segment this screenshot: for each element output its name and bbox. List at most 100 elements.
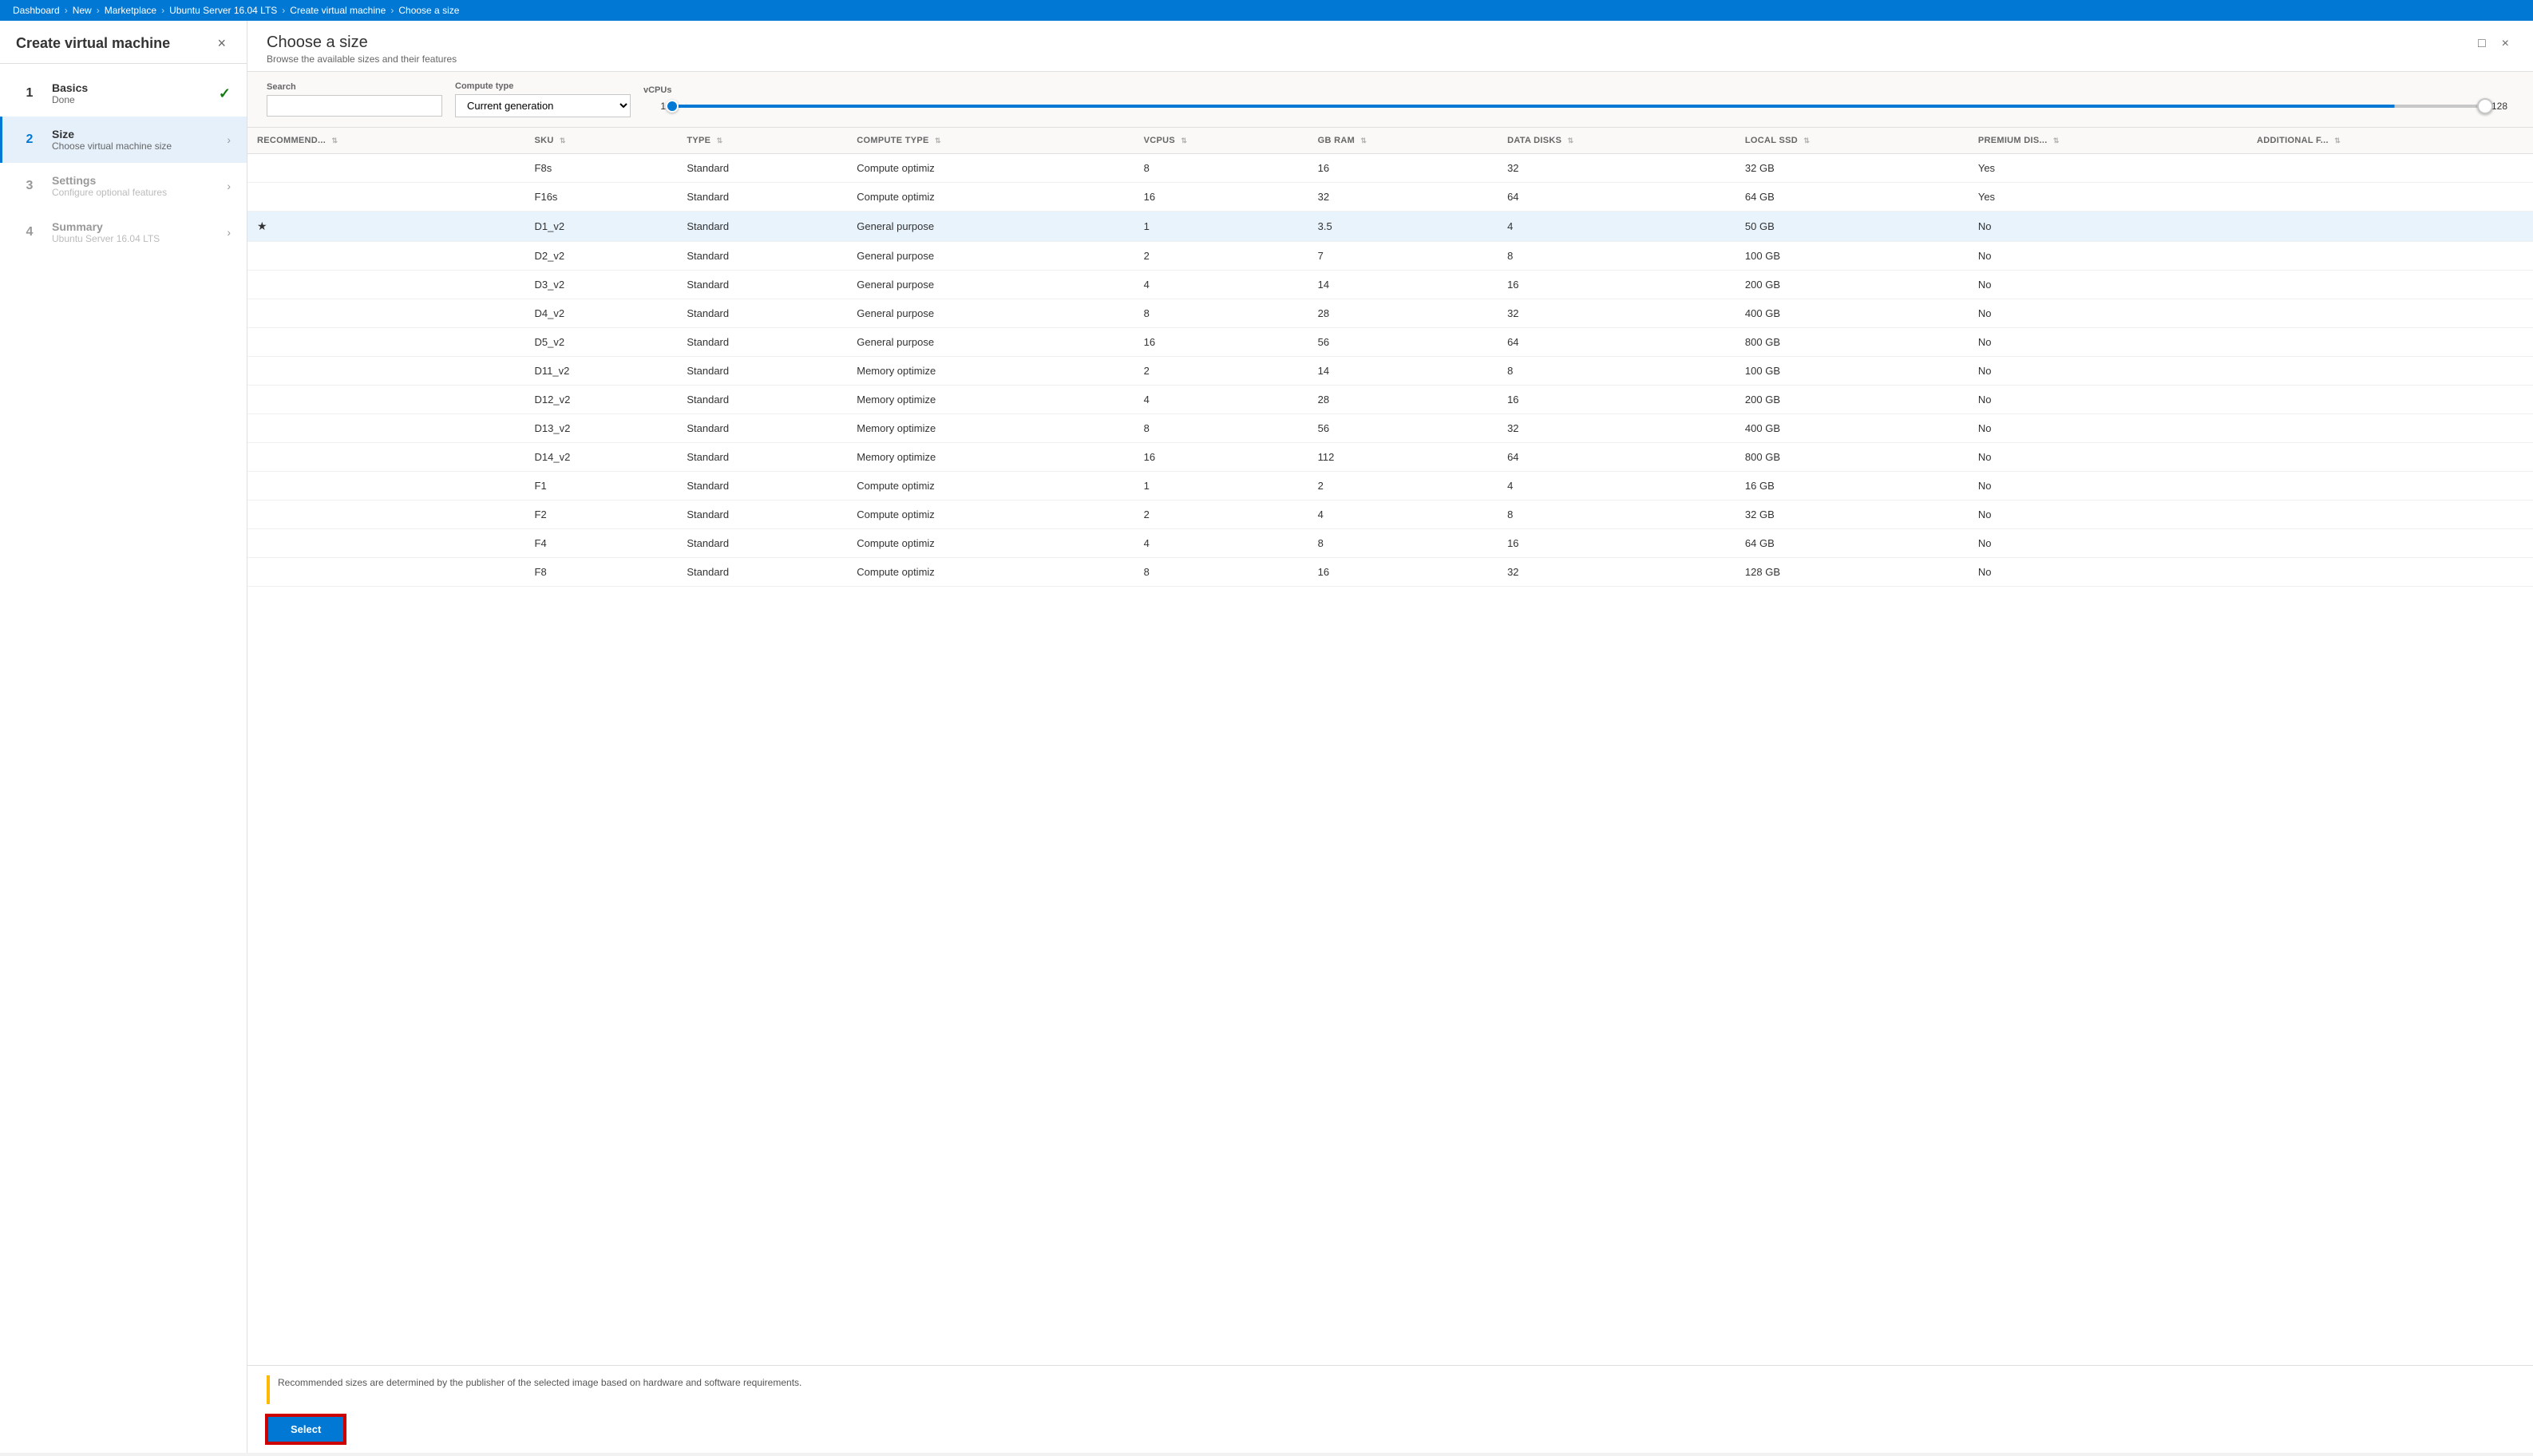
breadcrumb-marketplace[interactable]: Marketplace bbox=[105, 5, 156, 16]
step-2-info: Size Choose virtual machine size bbox=[52, 128, 216, 152]
vcpu-min-value: 1 bbox=[643, 101, 666, 112]
table-row[interactable]: D2_v2StandardGeneral purpose278100 GBNo bbox=[247, 242, 2533, 271]
cell-data_disks: 32 bbox=[1498, 154, 1736, 183]
vcpu-range-row: 1 128 bbox=[643, 98, 2514, 114]
cell-premium_dis: No bbox=[1969, 443, 2247, 472]
cell-premium_dis: Yes bbox=[1969, 183, 2247, 212]
breadcrumb-dashboard[interactable]: Dashboard bbox=[13, 5, 60, 16]
maximize-button[interactable]: □ bbox=[2473, 34, 2491, 54]
table-row[interactable]: D5_v2StandardGeneral purpose165664800 GB… bbox=[247, 328, 2533, 357]
sort-icon-sku: ⇅ bbox=[560, 136, 566, 144]
cell-vcpus: 1 bbox=[1134, 212, 1308, 242]
cell-additional_f bbox=[2247, 472, 2533, 500]
table-container[interactable]: RECOMMEND... ⇅ SKU ⇅ TYPE ⇅ COMPUTE TYPE… bbox=[247, 128, 2533, 1365]
col-type[interactable]: TYPE ⇅ bbox=[677, 128, 847, 154]
cell-premium_dis: No bbox=[1969, 472, 2247, 500]
cell-gb_ram: 112 bbox=[1308, 443, 1498, 472]
col-vcpus[interactable]: VCPUS ⇅ bbox=[1134, 128, 1308, 154]
col-recommended[interactable]: RECOMMEND... ⇅ bbox=[247, 128, 525, 154]
table-row[interactable]: F2StandardCompute optimiz24832 GBNo bbox=[247, 500, 2533, 529]
vcpu-group: vCPUs 1 128 bbox=[643, 85, 2514, 114]
table-row[interactable]: F4StandardCompute optimiz481664 GBNo bbox=[247, 529, 2533, 558]
cell-sku: D4_v2 bbox=[525, 299, 678, 328]
sort-icon-compute-type: ⇅ bbox=[935, 136, 941, 144]
step-1-number: 1 bbox=[18, 82, 41, 105]
cell-data_disks: 16 bbox=[1498, 271, 1736, 299]
table-row[interactable]: D12_v2StandardMemory optimize42816200 GB… bbox=[247, 386, 2533, 414]
cell-local_ssd: 16 GB bbox=[1736, 472, 1969, 500]
cell-recommended bbox=[247, 357, 525, 386]
close-button[interactable]: × bbox=[212, 34, 231, 53]
cell-gb_ram: 14 bbox=[1308, 357, 1498, 386]
step-4-label: Summary bbox=[52, 220, 216, 233]
cell-type: Standard bbox=[677, 183, 847, 212]
vcpu-thumb-left[interactable] bbox=[666, 100, 679, 113]
cell-recommended bbox=[247, 472, 525, 500]
cell-premium_dis: No bbox=[1969, 500, 2247, 529]
sort-icon-additional-f: ⇅ bbox=[2334, 136, 2341, 144]
search-input[interactable] bbox=[267, 95, 442, 117]
table-row[interactable]: F8sStandardCompute optimiz8163232 GBYes bbox=[247, 154, 2533, 183]
cell-local_ssd: 64 GB bbox=[1736, 529, 1969, 558]
vcpu-thumb-right[interactable] bbox=[2477, 98, 2493, 114]
cell-type: Standard bbox=[677, 271, 847, 299]
breadcrumb-create-vm[interactable]: Create virtual machine bbox=[290, 5, 386, 16]
cell-vcpus: 8 bbox=[1134, 299, 1308, 328]
step-4-summary[interactable]: 4 Summary Ubuntu Server 16.04 LTS › bbox=[0, 209, 247, 255]
col-additional-f[interactable]: ADDITIONAL F... ⇅ bbox=[2247, 128, 2533, 154]
cell-sku: D12_v2 bbox=[525, 386, 678, 414]
table-row[interactable]: F8StandardCompute optimiz81632128 GBNo bbox=[247, 558, 2533, 587]
compute-type-label: Compute type bbox=[455, 81, 631, 91]
cell-local_ssd: 100 GB bbox=[1736, 357, 1969, 386]
close-panel-button[interactable]: × bbox=[2497, 34, 2514, 54]
vcpu-slider-track[interactable] bbox=[672, 105, 2485, 108]
select-button[interactable]: Select bbox=[267, 1415, 345, 1443]
col-local-ssd[interactable]: LOCAL SSD ⇅ bbox=[1736, 128, 1969, 154]
cell-additional_f bbox=[2247, 500, 2533, 529]
breadcrumb-new[interactable]: New bbox=[73, 5, 92, 16]
cell-local_ssd: 64 GB bbox=[1736, 183, 1969, 212]
cell-premium_dis: No bbox=[1969, 271, 2247, 299]
window-controls: □ × bbox=[2473, 34, 2514, 54]
cell-type: Standard bbox=[677, 472, 847, 500]
compute-type-select[interactable]: Current generation All generations Class… bbox=[455, 94, 631, 117]
sort-icon-type: ⇅ bbox=[717, 136, 723, 144]
cell-data_disks: 64 bbox=[1498, 443, 1736, 472]
table-row[interactable]: F16sStandardCompute optimiz16326464 GBYe… bbox=[247, 183, 2533, 212]
cell-gb_ram: 28 bbox=[1308, 386, 1498, 414]
cell-data_disks: 4 bbox=[1498, 472, 1736, 500]
cell-data_disks: 32 bbox=[1498, 414, 1736, 443]
table-row[interactable]: D4_v2StandardGeneral purpose82832400 GBN… bbox=[247, 299, 2533, 328]
step-3-settings[interactable]: 3 Settings Configure optional features › bbox=[0, 163, 247, 209]
col-data-disks[interactable]: DATA DISKS ⇅ bbox=[1498, 128, 1736, 154]
breadcrumb-ubuntu[interactable]: Ubuntu Server 16.04 LTS bbox=[169, 5, 277, 16]
table-row[interactable]: F1StandardCompute optimiz12416 GBNo bbox=[247, 472, 2533, 500]
cell-additional_f bbox=[2247, 154, 2533, 183]
table-row[interactable]: D14_v2StandardMemory optimize1611264800 … bbox=[247, 443, 2533, 472]
breadcrumb-sep-2: › bbox=[97, 5, 100, 16]
step-2-size[interactable]: 2 Size Choose virtual machine size › bbox=[0, 117, 247, 163]
table-row[interactable]: D11_v2StandardMemory optimize2148100 GBN… bbox=[247, 357, 2533, 386]
cell-local_ssd: 400 GB bbox=[1736, 299, 1969, 328]
col-gb-ram[interactable]: GB RAM ⇅ bbox=[1308, 128, 1498, 154]
step-1-basics[interactable]: 1 Basics Done ✓ bbox=[0, 70, 247, 117]
breadcrumb-sep-1: › bbox=[65, 5, 68, 16]
cell-gb_ram: 3.5 bbox=[1308, 212, 1498, 242]
table-row[interactable]: D3_v2StandardGeneral purpose41416200 GBN… bbox=[247, 271, 2533, 299]
cell-gb_ram: 7 bbox=[1308, 242, 1498, 271]
cell-premium_dis: No bbox=[1969, 299, 2247, 328]
cell-data_disks: 32 bbox=[1498, 558, 1736, 587]
cell-vcpus: 4 bbox=[1134, 529, 1308, 558]
col-compute-type[interactable]: COMPUTE TYPE ⇅ bbox=[847, 128, 1134, 154]
table-row[interactable]: D13_v2StandardMemory optimize85632400 GB… bbox=[247, 414, 2533, 443]
cell-compute_type: General purpose bbox=[847, 242, 1134, 271]
step-2-number: 2 bbox=[18, 129, 41, 151]
cell-vcpus: 2 bbox=[1134, 357, 1308, 386]
step-2-chevron: › bbox=[227, 133, 231, 146]
table-row[interactable]: ★D1_v2StandardGeneral purpose13.5450 GBN… bbox=[247, 212, 2533, 242]
cell-sku: F8s bbox=[525, 154, 678, 183]
col-sku[interactable]: SKU ⇅ bbox=[525, 128, 678, 154]
col-premium-dis[interactable]: PREMIUM DIS... ⇅ bbox=[1969, 128, 2247, 154]
step-1-label: Basics bbox=[52, 81, 208, 94]
cell-compute_type: General purpose bbox=[847, 299, 1134, 328]
